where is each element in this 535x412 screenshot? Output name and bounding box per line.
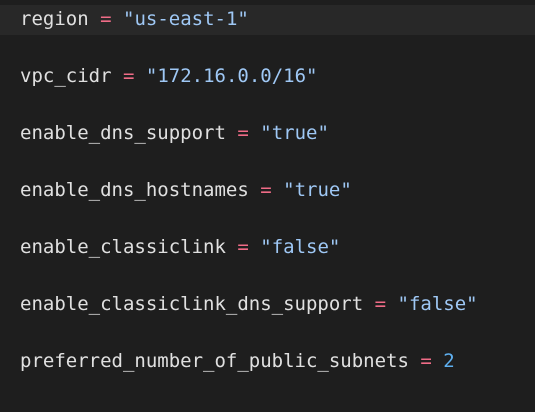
string-value: "true" [283, 179, 352, 201]
string-value: "us-east-1" [123, 8, 249, 30]
string-value: "false" [397, 293, 478, 315]
string-value: "172.16.0.0/16" [145, 65, 318, 87]
string-value: "true" [260, 122, 329, 144]
variable-name: enable_classiclink_dns_support [20, 293, 364, 315]
assignment-operator: = [122, 65, 135, 87]
assignment-operator: = [237, 122, 249, 144]
variable-name: enable_dns_hostnames [20, 179, 249, 201]
code-line-vpc-cidr[interactable]: vpc_cidr = "172.16.0.0/16" [20, 64, 317, 88]
assignment-operator: = [374, 293, 387, 315]
string-value: "false" [260, 236, 341, 258]
variable-name: enable_classiclink [20, 236, 226, 258]
number-value: 2 [443, 350, 455, 372]
assignment-operator: = [420, 350, 432, 372]
code-line-enable-dns-support[interactable]: enable_dns_support = "true" [20, 121, 329, 145]
code-line-enable-dns-hostnames[interactable]: enable_dns_hostnames = "true" [20, 178, 352, 202]
variable-name: preferred_number_of_public_subnets [20, 350, 409, 372]
variable-name: enable_dns_support [20, 122, 226, 144]
code-line-enable-classiclink-dns-support[interactable]: enable_classiclink_dns_support = "false" [20, 292, 478, 316]
code-line-preferred-number-of-public-subnets[interactable]: preferred_number_of_public_subnets = 2 [20, 349, 455, 373]
code-line-enable-classiclink[interactable]: enable_classiclink = "false" [20, 235, 340, 259]
variable-name: vpc_cidr [20, 65, 112, 87]
assignment-operator: = [237, 236, 249, 258]
code-editor[interactable]: region = "us-east-1" vpc_cidr = "172.16.… [0, 0, 535, 412]
assignment-operator: = [260, 179, 272, 201]
variable-name: region [20, 8, 89, 30]
code-line-region[interactable]: region = "us-east-1" [20, 7, 249, 31]
assignment-operator: = [100, 8, 112, 30]
